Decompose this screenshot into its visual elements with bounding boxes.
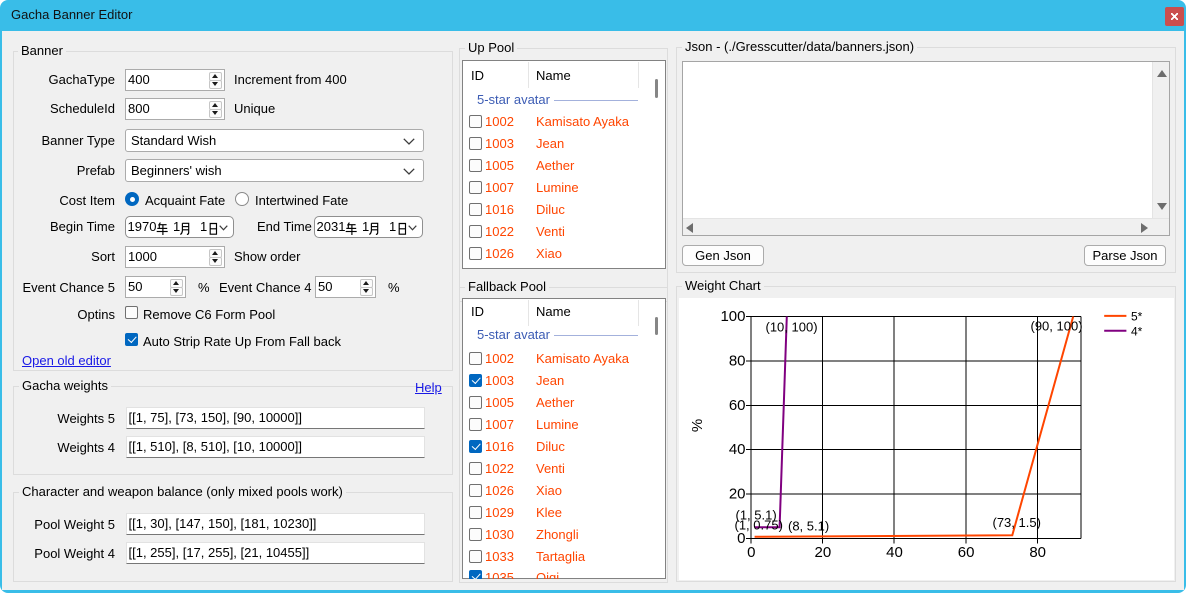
svg-text:0: 0 (747, 544, 755, 561)
svg-text:60: 60 (729, 397, 746, 414)
svg-text:100: 100 (720, 308, 745, 325)
svg-text:20: 20 (815, 544, 832, 561)
svg-text:(10, 100): (10, 100) (766, 320, 818, 335)
svg-text:5*: 5* (1131, 310, 1143, 324)
svg-text:20: 20 (729, 486, 746, 503)
svg-text:40: 40 (886, 544, 903, 561)
svg-text:(8, 5.1): (8, 5.1) (788, 519, 829, 534)
svg-text:0: 0 (737, 530, 745, 547)
svg-text:%: % (689, 419, 706, 432)
svg-text:40: 40 (729, 441, 746, 458)
svg-text:(90, 100): (90, 100) (1031, 319, 1083, 334)
svg-text:4*: 4* (1131, 325, 1143, 339)
svg-text:(73, 1.5): (73, 1.5) (993, 515, 1041, 530)
svg-text:60: 60 (958, 544, 975, 561)
svg-text:80: 80 (1029, 544, 1046, 561)
svg-text:80: 80 (729, 352, 746, 369)
svg-text:(1, 0.75): (1, 0.75) (735, 518, 783, 533)
